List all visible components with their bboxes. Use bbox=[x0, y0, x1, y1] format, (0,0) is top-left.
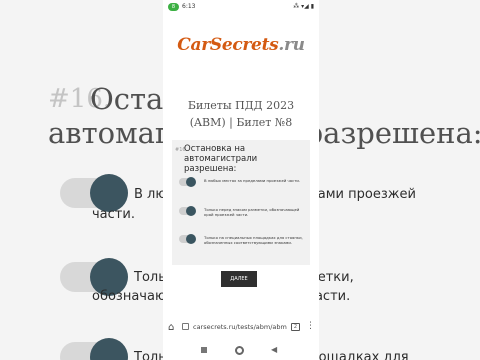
toggle-knob bbox=[186, 206, 196, 216]
back-icon[interactable]: ◀ bbox=[271, 345, 277, 355]
page-title: Билеты ПДД 2023 (ABM) | Билет №8 bbox=[187, 99, 295, 129]
system-nav-bar: ◀ bbox=[163, 340, 319, 360]
toggle-knob bbox=[186, 234, 196, 244]
status-right-icons: ⁂ ▾◢ ▮ bbox=[293, 3, 314, 10]
question-card: #16. Остановка на автомагистрали разреше… bbox=[172, 140, 310, 265]
status-time: 6:13 bbox=[182, 3, 196, 10]
bg-toggle-knob bbox=[90, 338, 128, 360]
status-bar: 8 6:13 ⁂ ▾◢ ▮ bbox=[163, 0, 319, 14]
answer-toggle[interactable] bbox=[179, 234, 196, 244]
tabs-count-button[interactable]: 2 bbox=[291, 323, 300, 331]
next-button[interactable]: ДАЛЕЕ bbox=[221, 271, 257, 287]
toggle-knob bbox=[186, 177, 196, 187]
answer-option-label: Только на специальных площадках для стоя… bbox=[204, 235, 303, 245]
logo-suffix: .ru bbox=[278, 35, 305, 55]
site-logo[interactable]: CarSecrets.ru bbox=[171, 35, 311, 55]
bg-toggle-1 bbox=[60, 174, 128, 212]
recent-apps-icon[interactable] bbox=[201, 347, 207, 353]
phone-screen: 8 6:13 ⁂ ▾◢ ▮ CarSecrets.ru Билеты ПДД 2… bbox=[163, 0, 319, 360]
answer-option-label: Только перед знаком разметки, обозначающ… bbox=[204, 207, 300, 217]
bg-option1-line2: части. bbox=[92, 207, 135, 222]
bg-toggle-3 bbox=[60, 338, 128, 360]
logo-main-text: CarSecrets bbox=[177, 35, 279, 55]
answer-toggle[interactable] bbox=[179, 177, 196, 187]
home-icon[interactable]: ⌂ bbox=[168, 322, 174, 334]
nav-home-icon[interactable] bbox=[235, 346, 244, 355]
url-field[interactable]: carsecrets.ru/tests/abm/abm bbox=[193, 323, 287, 332]
question-title: Остановка на автомагистрали разрешена: bbox=[184, 144, 258, 174]
status-indicator-pill: 8 bbox=[168, 3, 179, 11]
browser-url-bar: ⌂ carsecrets.ru/tests/abm/abm 2 ⋮ bbox=[163, 318, 319, 338]
answer-toggle[interactable] bbox=[179, 206, 196, 216]
lock-icon[interactable] bbox=[182, 323, 189, 330]
bg-toggle-2 bbox=[60, 258, 128, 296]
more-menu-icon[interactable]: ⋮ bbox=[306, 321, 315, 331]
answer-option-label: В любых местах за пределами проезжей час… bbox=[204, 178, 301, 183]
